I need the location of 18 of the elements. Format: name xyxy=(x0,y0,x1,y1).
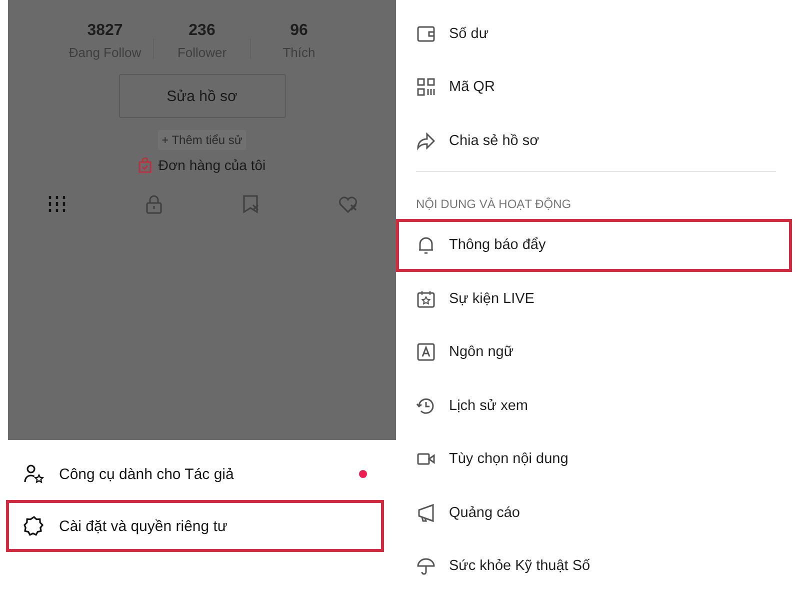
language-icon xyxy=(416,342,436,362)
megaphone-icon xyxy=(416,502,436,523)
section-header: NỘI DUNG VÀ HOẠT ĐỘNG xyxy=(415,196,572,212)
stat-value: 3827 xyxy=(87,22,123,40)
share-icon xyxy=(416,130,436,151)
calendar-icon xyxy=(416,288,436,309)
history-icon xyxy=(416,396,436,416)
menu-item[interactable]: Cài đặt và quyền riêng tư xyxy=(6,500,384,552)
stat-value: 96 xyxy=(290,22,308,40)
bell-icon xyxy=(416,235,436,256)
shopping-bag-icon xyxy=(138,157,152,173)
qr-icon xyxy=(416,77,436,98)
umbrella-icon xyxy=(416,556,436,576)
menu-item[interactable]: Thông báo đẩy xyxy=(396,218,792,272)
stat-value: 236 xyxy=(188,22,216,40)
settings-icon xyxy=(23,515,45,537)
person-star-icon xyxy=(23,463,45,485)
wallet-icon xyxy=(416,24,436,44)
